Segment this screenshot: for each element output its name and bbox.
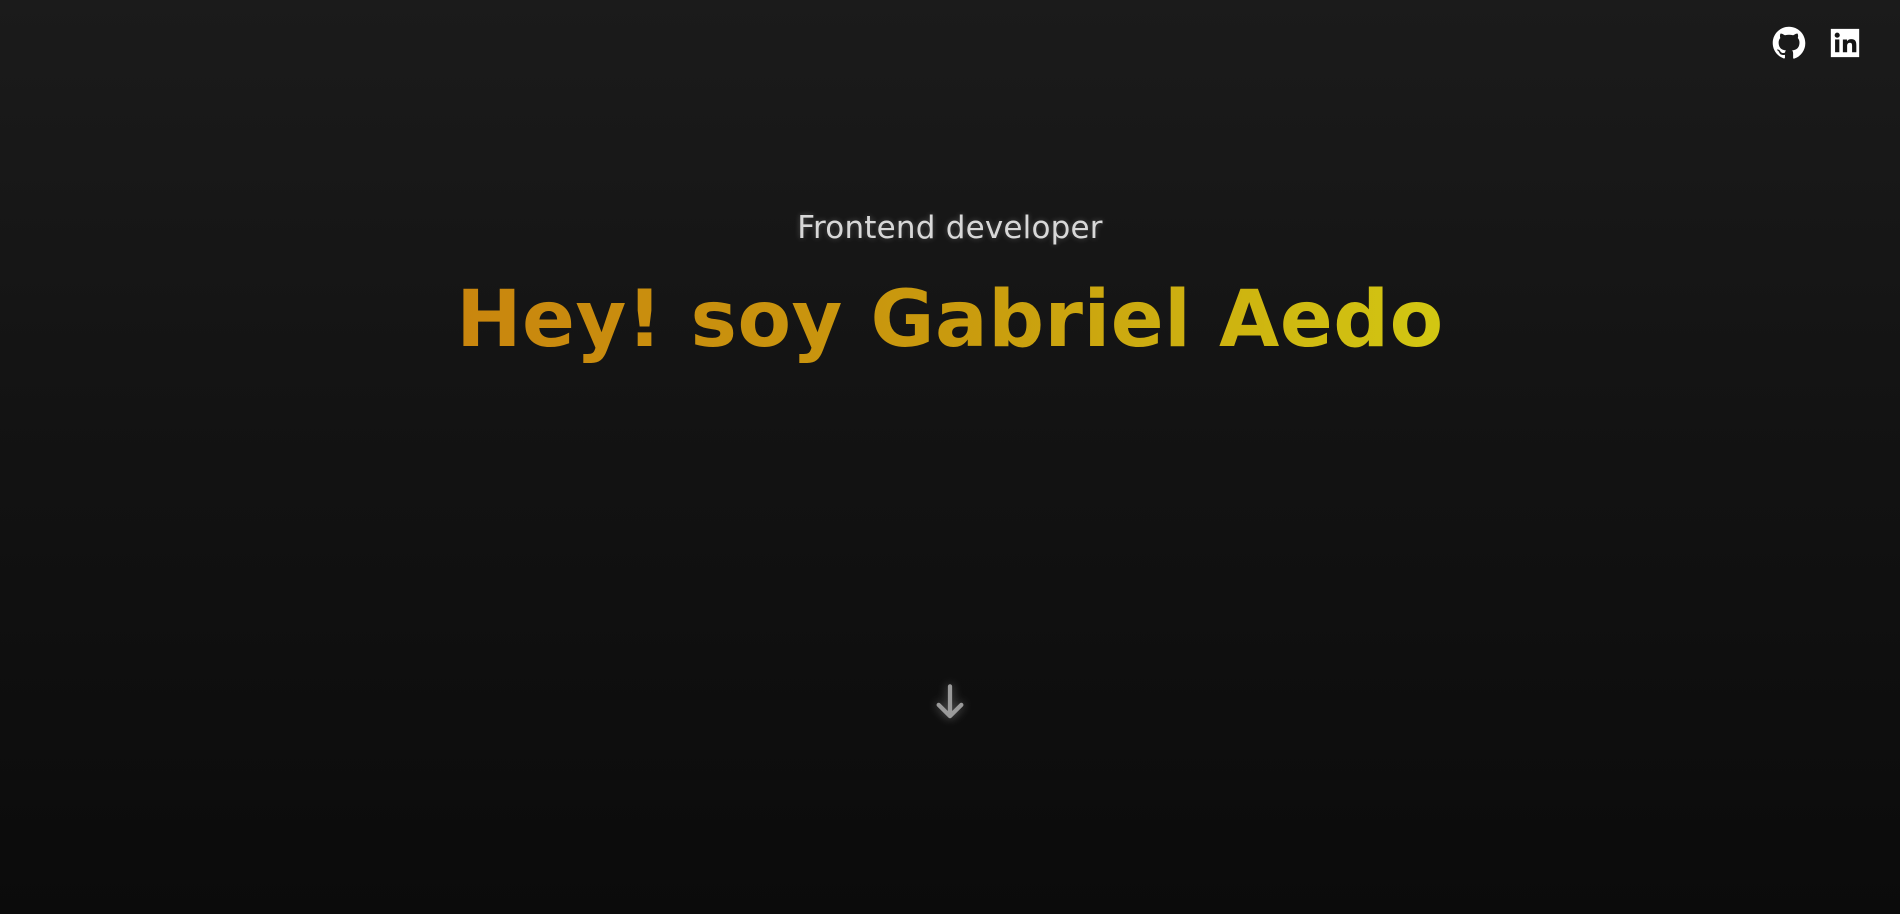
hero-section: Frontend developer Hey! soy Gabriel Aedo [0,210,1900,366]
linkedin-link[interactable] [1828,26,1862,60]
social-links [1772,26,1862,60]
arrow-down-icon [936,684,964,719]
linkedin-icon [1830,28,1860,58]
scroll-down-button[interactable] [933,682,967,722]
hero-title: Hey! soy Gabriel Aedo [456,275,1444,365]
github-link[interactable] [1772,26,1806,60]
github-icon [1772,26,1806,59]
hero-subtitle: Frontend developer [797,210,1103,246]
